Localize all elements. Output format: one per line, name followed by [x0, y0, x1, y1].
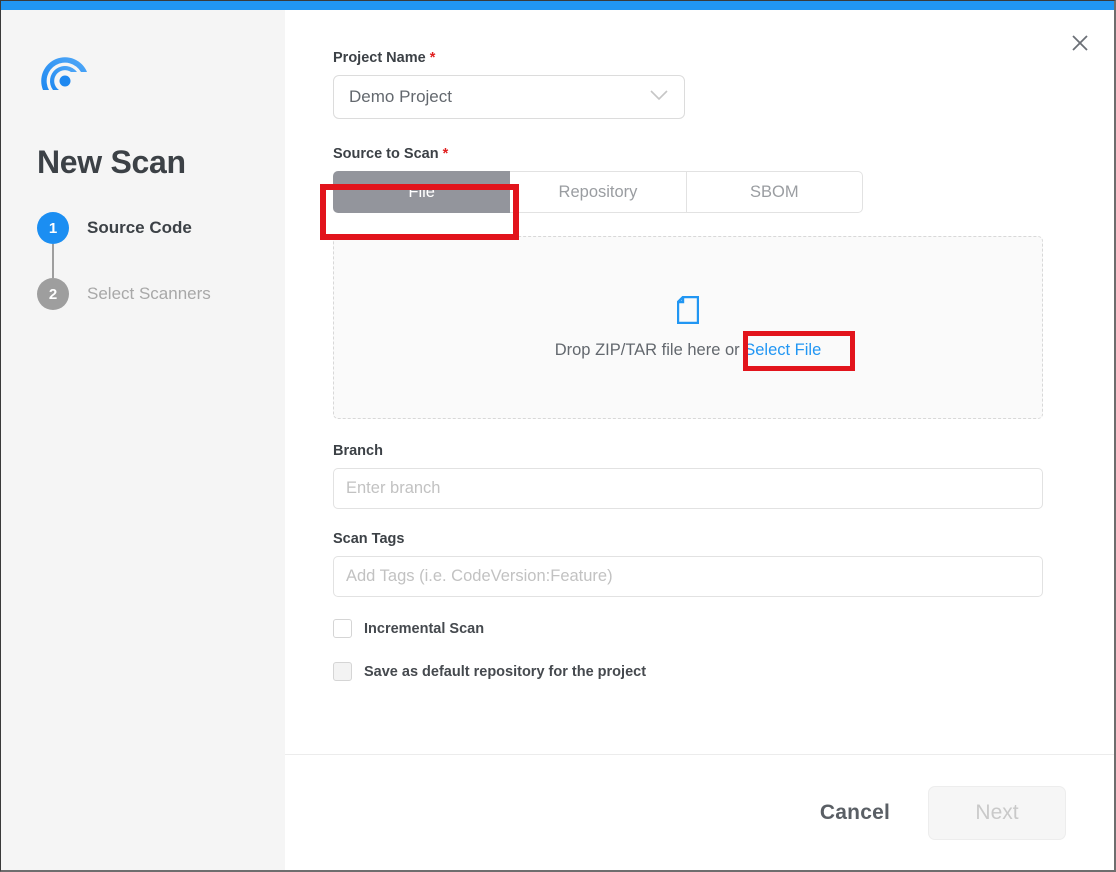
sidebar: New Scan 1 Source Code 2 Select Scanners — [1, 10, 285, 870]
save-default-repo-checkbox[interactable] — [333, 662, 352, 681]
drop-zone-prompt: Drop ZIP/TAR file here or — [554, 340, 745, 359]
tab-file[interactable]: File — [333, 171, 511, 213]
dialog-footer: Cancel Next — [285, 755, 1114, 870]
top-accent-bar — [1, 1, 1114, 10]
project-name-label: Project Name * — [333, 50, 1058, 66]
required-marker: * — [442, 146, 449, 162]
incremental-scan-checkbox[interactable] — [333, 619, 352, 638]
branch-input[interactable] — [333, 468, 1043, 509]
drop-zone-text: Drop ZIP/TAR file here or Select File — [555, 341, 822, 360]
source-type-tabs: File Repository SBOM — [333, 171, 863, 213]
main-panel: Project Name * Demo Project Source to Sc… — [285, 10, 1114, 870]
file-drop-zone[interactable]: Drop ZIP/TAR file here or Select File — [333, 236, 1043, 419]
save-default-repo-label: Save as default repository for the proje… — [364, 663, 647, 680]
sidebar-step-source-code[interactable]: 1 Source Code — [37, 212, 267, 278]
step-number-badge: 2 — [37, 278, 69, 310]
tab-sbom[interactable]: SBOM — [686, 171, 863, 213]
select-file-link[interactable]: Select File — [744, 341, 821, 360]
step-label: Select Scanners — [87, 284, 211, 303]
incremental-scan-label: Incremental Scan — [364, 620, 485, 637]
step-connector-line — [52, 244, 54, 278]
scan-form: Project Name * Demo Project Source to Sc… — [285, 10, 1114, 754]
next-button[interactable]: Next — [928, 785, 1066, 840]
page-title: New Scan — [37, 144, 186, 181]
source-to-scan-label: Source to Scan * — [333, 146, 1058, 162]
save-default-repo-row[interactable]: Save as default repository for the proje… — [333, 662, 1058, 681]
project-name-select[interactable]: Demo Project — [333, 75, 685, 119]
branch-label: Branch — [333, 443, 383, 459]
spiral-radar-logo-icon — [37, 48, 93, 96]
source-to-scan-label-text: Source to Scan — [333, 146, 439, 162]
new-scan-dialog: New Scan 1 Source Code 2 Select Scanners — [0, 0, 1116, 872]
project-name-label-text: Project Name — [333, 50, 426, 66]
incremental-scan-row[interactable]: Incremental Scan — [333, 619, 1058, 638]
project-select-wrapper: Demo Project — [333, 75, 685, 119]
required-marker: * — [429, 50, 436, 66]
tab-repository[interactable]: Repository — [510, 171, 687, 213]
step-label: Source Code — [87, 218, 192, 237]
step-indicator-list: 1 Source Code 2 Select Scanners — [37, 212, 267, 310]
file-document-icon — [676, 295, 700, 329]
sidebar-step-select-scanners[interactable]: 2 Select Scanners — [37, 278, 267, 310]
step-number-badge: 1 — [37, 212, 69, 244]
project-select-value: Demo Project — [349, 87, 452, 106]
cancel-button[interactable]: Cancel — [814, 800, 896, 826]
scan-tags-input[interactable] — [333, 556, 1043, 597]
scan-tags-label: Scan Tags — [333, 531, 405, 547]
